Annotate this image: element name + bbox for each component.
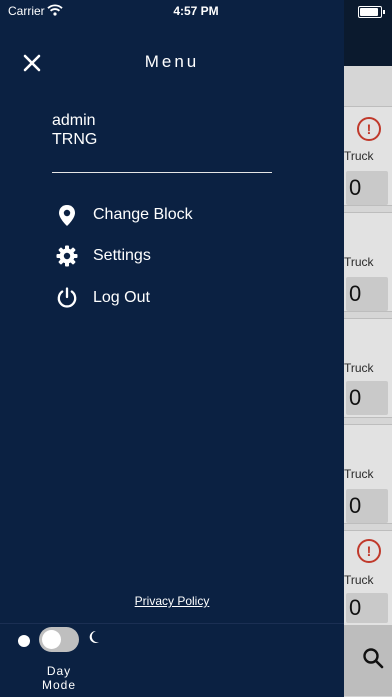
location-pin-icon bbox=[56, 204, 78, 226]
sun-icon bbox=[18, 635, 30, 647]
truck-card-4: Truck 0 bbox=[344, 424, 392, 524]
truck-card-3: Truck 0 bbox=[344, 318, 392, 418]
menu-item-label: Settings bbox=[93, 247, 151, 264]
truck-count: 0 bbox=[346, 593, 388, 623]
alert-icon: ! bbox=[357, 117, 381, 141]
battery-icon bbox=[358, 6, 385, 18]
privacy-policy-link[interactable]: Privacy Policy bbox=[0, 594, 344, 608]
mode-label: Day Mode bbox=[30, 664, 88, 692]
truck-count: 0 bbox=[346, 277, 388, 311]
divider bbox=[52, 172, 272, 173]
user-org: TRNG bbox=[52, 131, 98, 148]
menu-item-change-block[interactable]: Change Block bbox=[56, 199, 306, 233]
truck-card-1: ! Truck 0 bbox=[344, 106, 392, 206]
mode-label-line1: Day bbox=[46, 664, 72, 678]
truck-label: Truck bbox=[344, 149, 374, 163]
truck-label: Truck bbox=[344, 361, 374, 375]
user-name: admin bbox=[52, 112, 96, 129]
menu-item-settings[interactable]: Settings bbox=[56, 240, 306, 274]
truck-count: 0 bbox=[346, 381, 388, 415]
gear-icon bbox=[56, 245, 78, 267]
menu-title: Menu bbox=[144, 52, 200, 71]
truck-count: 0 bbox=[346, 489, 388, 523]
truck-label: Truck bbox=[344, 255, 374, 269]
menu-item-label: Change Block bbox=[93, 206, 193, 223]
status-time: 4:57 PM bbox=[173, 4, 219, 18]
side-menu-drawer: Menu admin TRNG Change Block Settings Lo… bbox=[0, 0, 344, 697]
alert-icon: ! bbox=[357, 539, 381, 563]
status-bar: Carrier 4:57 PM bbox=[0, 0, 392, 22]
truck-label: Truck bbox=[344, 467, 374, 481]
search-icon bbox=[362, 647, 384, 674]
toggle-knob bbox=[42, 630, 61, 649]
mode-toggle-area: Day Mode bbox=[0, 623, 344, 697]
app-footer bbox=[344, 625, 392, 696]
truck-count: 0 bbox=[346, 171, 388, 205]
menu-item-log-out[interactable]: Log Out bbox=[56, 282, 306, 316]
truck-label: Truck bbox=[344, 573, 374, 587]
moon-icon bbox=[88, 630, 100, 649]
user-info: admin TRNG bbox=[52, 111, 97, 149]
mode-label-line2: Mode bbox=[41, 678, 77, 692]
power-icon bbox=[56, 287, 78, 309]
truck-card-5: ! Truck 0 bbox=[344, 530, 392, 626]
menu-item-label: Log Out bbox=[93, 289, 150, 306]
truck-card-2: Truck 0 bbox=[344, 212, 392, 312]
day-mode-toggle[interactable] bbox=[39, 627, 79, 652]
